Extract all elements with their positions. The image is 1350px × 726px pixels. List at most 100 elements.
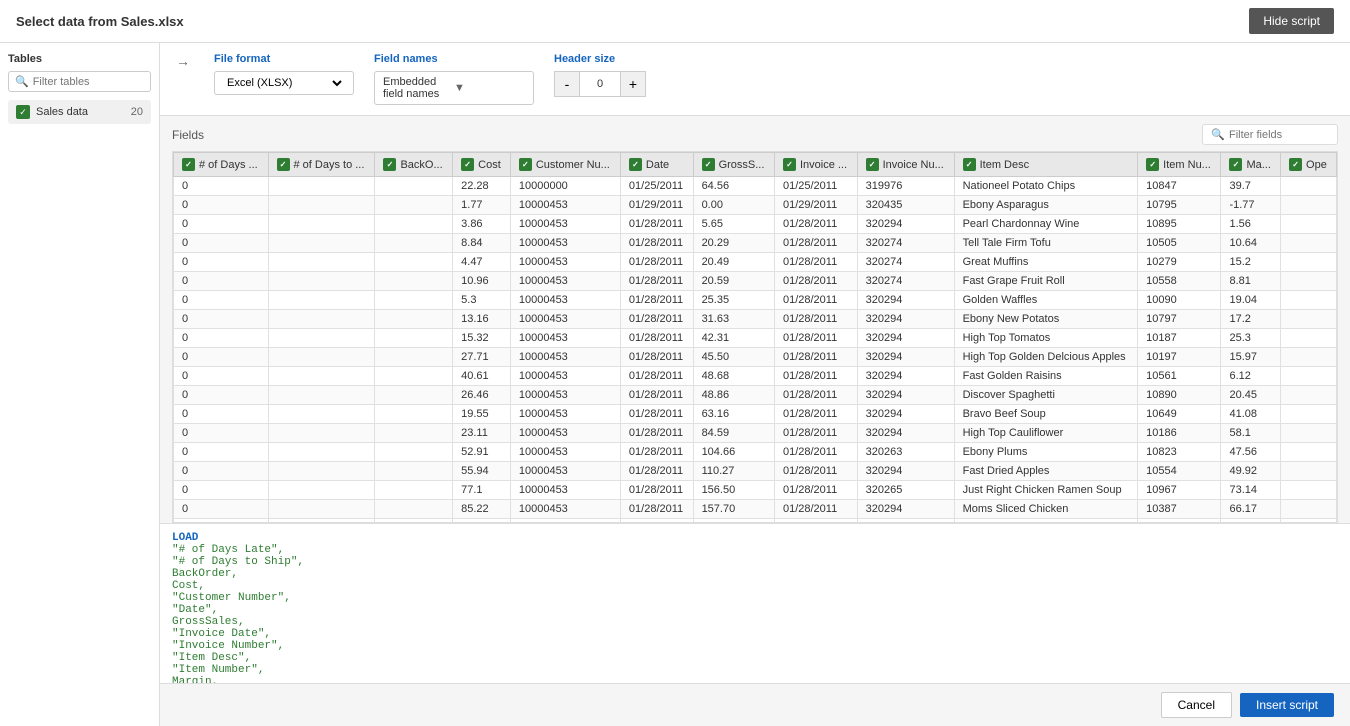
table-cell: 01/28/2011 bbox=[620, 253, 693, 272]
table-row: 022.281000000001/25/201164.5601/25/20113… bbox=[174, 177, 1337, 196]
col-header-item-desc[interactable]: Item Desc bbox=[954, 153, 1138, 177]
table-cell bbox=[375, 310, 453, 329]
table-cell: Ebony Plums bbox=[954, 443, 1138, 462]
table-cell: 01/28/2011 bbox=[620, 386, 693, 405]
table-cell: 01/28/2011 bbox=[774, 443, 857, 462]
table-cell: 320265 bbox=[857, 481, 954, 500]
table-cell: 10000453 bbox=[510, 253, 620, 272]
table-row: 026.461000045301/28/201148.8601/28/20113… bbox=[174, 386, 1337, 405]
table-cell bbox=[375, 177, 453, 196]
table-cell: 48.86 bbox=[693, 386, 774, 405]
table-cell: 320294 bbox=[857, 500, 954, 519]
table-cell: 320435 bbox=[857, 196, 954, 215]
table-cell: 01/28/2011 bbox=[620, 405, 693, 424]
table-cell: 15.97 bbox=[1221, 348, 1281, 367]
script-line: "Invoice Date", bbox=[172, 628, 1338, 640]
table-cell: 320294 bbox=[857, 424, 954, 443]
table-cell: 01/28/2011 bbox=[620, 500, 693, 519]
col-header-days-to[interactable]: # of Days to ... bbox=[268, 153, 375, 177]
table-checkbox[interactable] bbox=[16, 105, 30, 119]
filter-tables-wrapper[interactable]: 🔍 bbox=[8, 71, 151, 92]
table-cell: 10649 bbox=[1138, 405, 1221, 424]
header-size-decrement[interactable]: - bbox=[554, 71, 580, 97]
table-cell bbox=[268, 367, 375, 386]
table-row: 010.961000045301/28/201120.5901/28/20113… bbox=[174, 272, 1337, 291]
table-cell: 10895 bbox=[1138, 215, 1221, 234]
script-line: Cost, bbox=[172, 580, 1338, 592]
table-cell: High Top Tomatos bbox=[954, 329, 1138, 348]
file-format-select[interactable]: Excel (XLSX) CSV QVD bbox=[223, 76, 345, 90]
table-cell: Great Muffins bbox=[954, 253, 1138, 272]
table-cell: Pearl Chardonnay Wine bbox=[954, 215, 1138, 234]
table-cell: Discover Spaghetti bbox=[954, 386, 1138, 405]
table-cell bbox=[268, 215, 375, 234]
table-cell: 01/28/2011 bbox=[774, 424, 857, 443]
col-header-cost[interactable]: Cost bbox=[453, 153, 511, 177]
script-line: "Item Desc", bbox=[172, 652, 1338, 664]
col-header-date[interactable]: Date bbox=[620, 153, 693, 177]
filter-fields-input[interactable] bbox=[1229, 129, 1329, 141]
table-cell: 110.27 bbox=[693, 462, 774, 481]
col-header-margin[interactable]: Ma... bbox=[1221, 153, 1281, 177]
table-cell bbox=[375, 196, 453, 215]
script-line: "Date", bbox=[172, 604, 1338, 616]
table-cell: 01/29/2011 bbox=[620, 196, 693, 215]
col-header-ope[interactable]: Ope bbox=[1281, 153, 1337, 177]
col-header-item-num[interactable]: Item Nu... bbox=[1138, 153, 1221, 177]
filter-fields-wrapper[interactable]: 🔍 bbox=[1202, 124, 1338, 145]
table-cell: 10000453 bbox=[510, 310, 620, 329]
table-row: 013.161000045301/28/201131.6301/28/20113… bbox=[174, 310, 1337, 329]
table-container[interactable]: # of Days ... # of Days to ... BackO... … bbox=[172, 151, 1338, 523]
table-cell: 19.55 bbox=[453, 405, 511, 424]
table-cell: 01/28/2011 bbox=[774, 367, 857, 386]
table-cell: 320294 bbox=[857, 329, 954, 348]
col-header-gross[interactable]: GrossS... bbox=[693, 153, 774, 177]
col-header-backorder[interactable]: BackO... bbox=[375, 153, 453, 177]
insert-script-button[interactable]: Insert script bbox=[1240, 693, 1334, 717]
table-row: 027.711000045301/28/201145.5001/28/20113… bbox=[174, 348, 1337, 367]
table-cell: 10554 bbox=[1138, 462, 1221, 481]
table-cell: 31.63 bbox=[693, 310, 774, 329]
file-format-select-wrapper[interactable]: Excel (XLSX) CSV QVD bbox=[214, 71, 354, 95]
table-cell: 01/28/2011 bbox=[620, 481, 693, 500]
table-cell: 10000453 bbox=[510, 386, 620, 405]
script-line: "Customer Number", bbox=[172, 592, 1338, 604]
col-header-customer[interactable]: Customer Nu... bbox=[510, 153, 620, 177]
table-cell: 01/28/2011 bbox=[774, 500, 857, 519]
fields-title: Fields bbox=[172, 128, 204, 142]
table-cell: 0 bbox=[174, 405, 269, 424]
table-cell: 320294 bbox=[857, 310, 954, 329]
table-row: 04.471000045301/28/201120.4901/28/201132… bbox=[174, 253, 1337, 272]
table-cell: 10090 bbox=[1138, 291, 1221, 310]
header-size-increment[interactable]: + bbox=[620, 71, 646, 97]
table-cell: 10000453 bbox=[510, 234, 620, 253]
table-cell: 41.08 bbox=[1221, 405, 1281, 424]
sales-data-table-item[interactable]: Sales data 20 bbox=[8, 100, 151, 124]
table-row: 08.841000045301/28/201120.2901/28/201132… bbox=[174, 234, 1337, 253]
hide-script-button[interactable]: Hide script bbox=[1249, 8, 1334, 34]
table-row: 01.771000045301/29/20110.0001/29/2011320… bbox=[174, 196, 1337, 215]
col-header-invoice-num[interactable]: Invoice Nu... bbox=[857, 153, 954, 177]
table-cell bbox=[1281, 462, 1337, 481]
data-table: # of Days ... # of Days to ... BackO... … bbox=[173, 152, 1337, 523]
bottom-bar: Cancel Insert script bbox=[160, 683, 1350, 726]
table-cell bbox=[1281, 386, 1337, 405]
filter-tables-input[interactable] bbox=[33, 76, 144, 88]
table-cell: 10000453 bbox=[510, 462, 620, 481]
page-title: Select data from Sales.xlsx bbox=[16, 14, 184, 29]
table-cell: Just Right Chicken Ramen Soup bbox=[954, 481, 1138, 500]
field-names-dropdown[interactable]: Embedded field names ▼ bbox=[374, 71, 534, 105]
col-header-invoice-date[interactable]: Invoice ... bbox=[774, 153, 857, 177]
table-cell: 10000453 bbox=[510, 272, 620, 291]
cancel-button[interactable]: Cancel bbox=[1161, 692, 1232, 718]
table-cell: 10797 bbox=[1138, 310, 1221, 329]
table-cell: Fast Grape Fruit Roll bbox=[954, 272, 1138, 291]
table-cell: 320294 bbox=[857, 462, 954, 481]
table-cell bbox=[1281, 253, 1337, 272]
col-header-days[interactable]: # of Days ... bbox=[174, 153, 269, 177]
table-cell: 23.11 bbox=[453, 424, 511, 443]
table-header-row: # of Days ... # of Days to ... BackO... … bbox=[174, 153, 1337, 177]
table-cell: 0 bbox=[174, 177, 269, 196]
table-cell: 0 bbox=[174, 310, 269, 329]
table-cell bbox=[1281, 177, 1337, 196]
